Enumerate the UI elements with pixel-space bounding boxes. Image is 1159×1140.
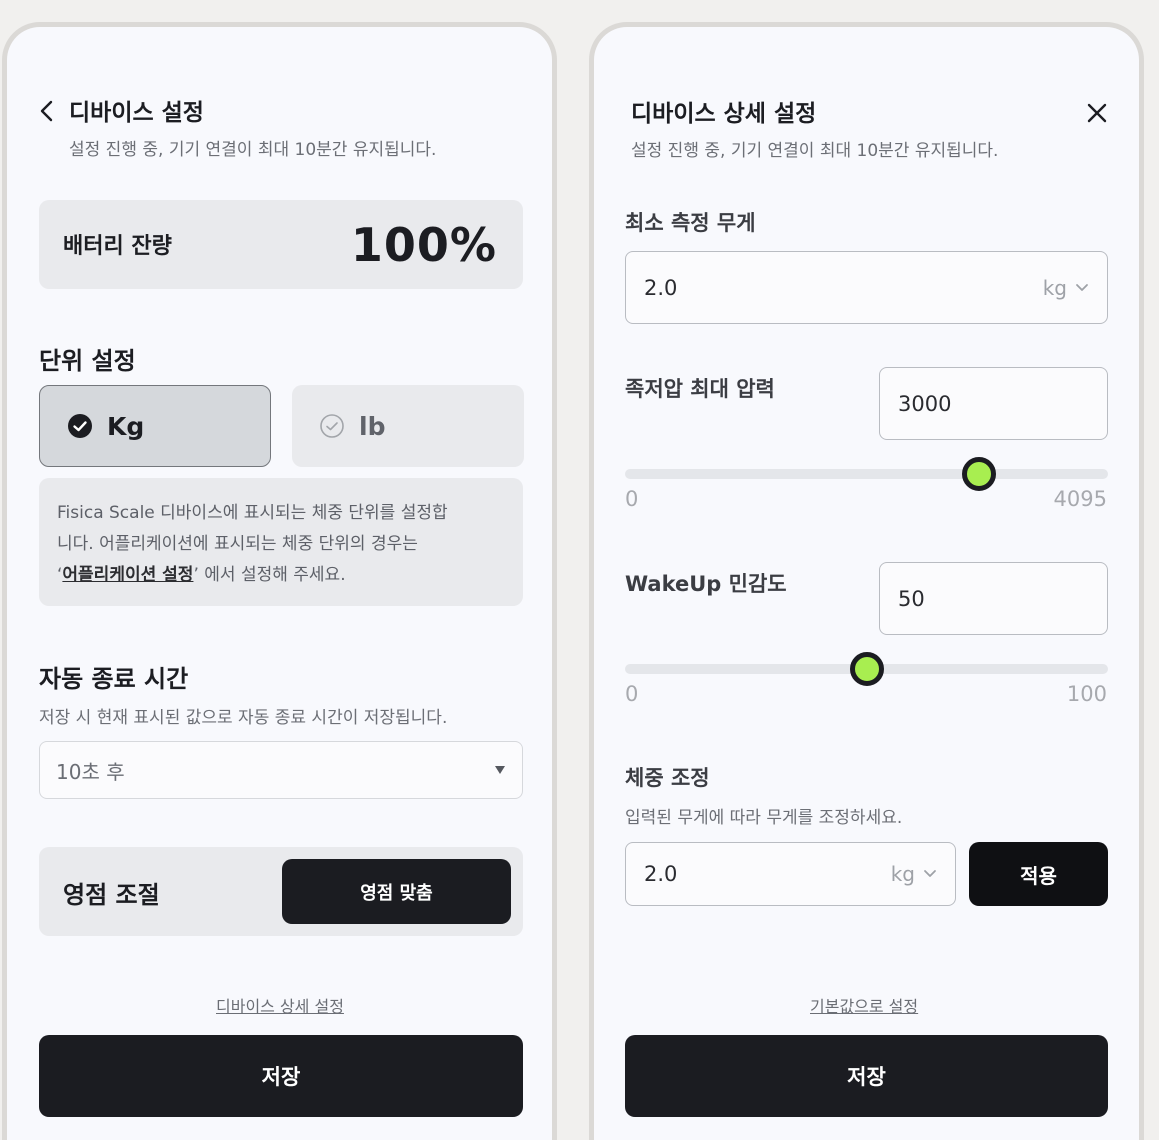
chevron-down-icon — [1076, 283, 1088, 291]
device-detail-settings-link[interactable]: 디바이스 상세 설정 — [216, 993, 344, 1017]
unit-option-kg-label: Kg — [107, 411, 145, 441]
auto-off-select[interactable]: 10초 후 — [39, 741, 523, 799]
close-icon[interactable] — [1085, 101, 1109, 125]
unit-info-box: Fisica Scale 디바이스에 표시되는 체중 단위를 설정합 니다. 어… — [39, 478, 523, 606]
min-weight-unit-select[interactable]: kg — [1043, 276, 1089, 300]
unit-option-lb-label: lb — [359, 411, 386, 441]
foot-pressure-max: 4095 — [1053, 487, 1107, 511]
page-title: 디바이스 설정 — [69, 100, 204, 126]
foot-pressure-slider[interactable] — [625, 457, 1108, 491]
unit-info-line-3: ‘어플리케이션 설정’ 에서 설정해 주세요. — [57, 560, 505, 591]
wakeup-label: WakeUp 민감도 — [625, 572, 787, 596]
weight-adjust-input[interactable]: 2.0 kg — [625, 842, 956, 906]
foot-pressure-slider-thumb[interactable] — [961, 457, 996, 491]
zero-adjust-label: 영점 조절 — [63, 881, 160, 909]
min-weight-label: 최소 측정 무게 — [625, 211, 756, 235]
reset-defaults-link[interactable]: 기본값으로 설정 — [810, 993, 918, 1017]
min-weight-value: 2.0 — [644, 275, 678, 300]
unit-info-line-1: Fisica Scale 디바이스에 표시되는 체중 단위를 설정합 — [57, 503, 448, 523]
foot-pressure-value: 3000 — [898, 391, 952, 416]
page-subtitle: 설정 진행 중, 기기 연결이 최대 10분간 유지됩니다. — [69, 140, 437, 160]
weight-adjust-subtitle: 입력된 무게에 따라 무게를 조정하세요. — [625, 808, 903, 828]
auto-off-selected-value: 10초 후 — [56, 759, 125, 784]
check-circle-outline-icon — [320, 414, 344, 438]
caret-down-icon — [495, 766, 505, 774]
device-settings-panel: 디바이스 설정 설정 진행 중, 기기 연결이 최대 10분간 유지됩니다. 배… — [2, 22, 557, 1140]
unit-info-tail: ’ 에서 설정해 주세요. — [193, 565, 346, 585]
save-button[interactable]: 저장 — [39, 1035, 523, 1117]
unit-option-kg[interactable]: Kg — [39, 385, 271, 467]
min-weight-input[interactable]: 2.0 kg — [625, 251, 1108, 324]
wakeup-max: 100 — [1066, 682, 1107, 706]
wakeup-slider[interactable] — [625, 652, 1108, 686]
app-settings-link[interactable]: 어플리케이션 설정 — [62, 565, 193, 585]
detail-page-title: 디바이스 상세 설정 — [631, 101, 817, 127]
battery-value: 100% — [350, 218, 497, 272]
min-weight-unit: kg — [1042, 275, 1067, 300]
weight-adjust-unit: kg — [890, 862, 915, 886]
auto-off-subtitle: 저장 시 현재 표시된 값으로 자동 종료 시간이 저장됩니다. — [39, 708, 448, 728]
weight-adjust-title: 체중 조정 — [625, 766, 710, 790]
detail-page-subtitle: 설정 진행 중, 기기 연결이 최대 10분간 유지됩니다. — [631, 141, 999, 161]
battery-card: 배터리 잔량 100% — [39, 200, 523, 289]
foot-pressure-label: 족저압 최대 압력 — [625, 377, 775, 401]
auto-off-title: 자동 종료 시간 — [39, 665, 189, 693]
wakeup-input[interactable]: 50 — [879, 562, 1108, 635]
wakeup-value: 50 — [898, 586, 925, 611]
check-circle-filled-icon — [68, 414, 92, 438]
foot-pressure-input[interactable]: 3000 — [879, 367, 1108, 440]
foot-pressure-min: 0 — [625, 487, 639, 511]
unit-info-line-2: 니다. 어플리케이션에 표시되는 체중 단위의 경우는 — [57, 534, 418, 554]
battery-label: 배터리 잔량 — [63, 234, 172, 259]
weight-adjust-unit-select[interactable]: kg — [891, 862, 937, 886]
weight-adjust-value: 2.0 — [644, 862, 678, 886]
detail-save-button[interactable]: 저장 — [625, 1035, 1108, 1117]
wakeup-min: 0 — [625, 682, 639, 706]
unit-settings-title: 단위 설정 — [39, 347, 136, 375]
zero-adjust-button[interactable]: 영점 맞춤 — [282, 859, 511, 924]
unit-option-lb[interactable]: lb — [292, 385, 524, 467]
zero-adjust-card: 영점 조절 영점 맞춤 — [39, 847, 523, 936]
wakeup-slider-thumb[interactable] — [849, 652, 884, 686]
chevron-down-icon — [924, 870, 936, 877]
apply-button[interactable]: 적용 — [969, 842, 1108, 906]
device-detail-settings-panel: 디바이스 상세 설정 설정 진행 중, 기기 연결이 최대 10분간 유지됩니다… — [589, 22, 1144, 1140]
chevron-left-icon[interactable] — [37, 99, 57, 123]
